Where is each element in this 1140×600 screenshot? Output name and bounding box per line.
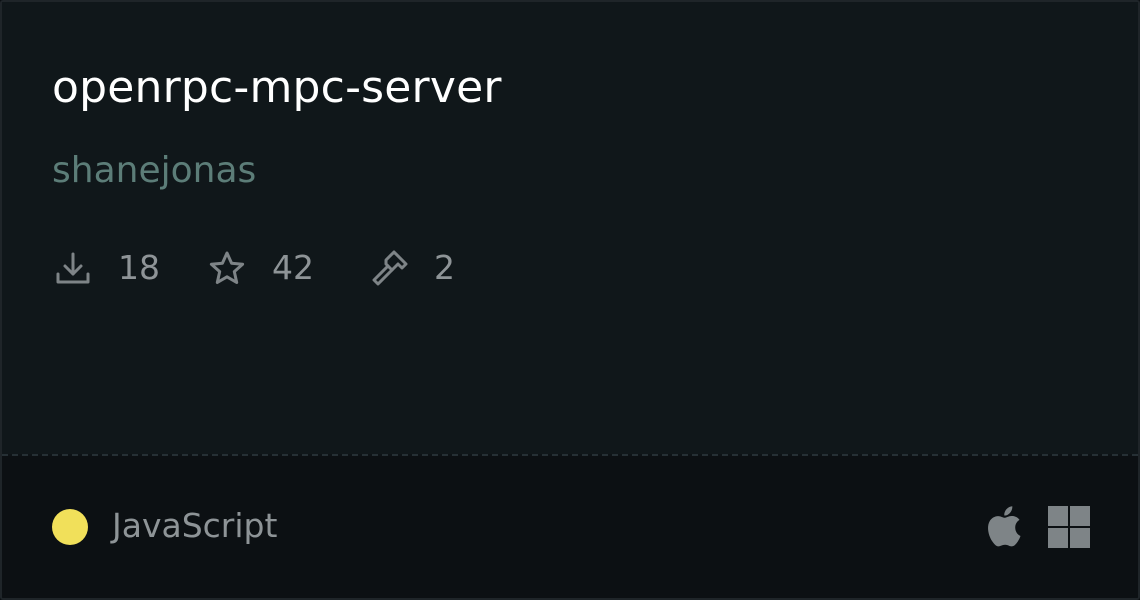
star-icon (206, 248, 248, 290)
language-label: JavaScript (112, 506, 278, 545)
windows-icon (1048, 506, 1090, 548)
package-author[interactable]: shanejonas (52, 150, 256, 191)
download-count: 18 (118, 248, 160, 287)
card-footer: JavaScript (2, 456, 1138, 598)
hammer-icon (368, 248, 410, 290)
package-card[interactable]: openrpc-mpc-server shanejonas 18 42 2 Ja… (0, 0, 1140, 600)
apple-icon (984, 504, 1022, 548)
star-count: 42 (272, 248, 314, 287)
card-header-section: openrpc-mpc-server shanejonas 18 42 2 (2, 2, 1138, 454)
download-icon (52, 248, 94, 290)
package-title[interactable]: openrpc-mpc-server (52, 62, 502, 113)
dependents-count: 2 (434, 248, 455, 287)
language-color-dot (52, 509, 88, 545)
